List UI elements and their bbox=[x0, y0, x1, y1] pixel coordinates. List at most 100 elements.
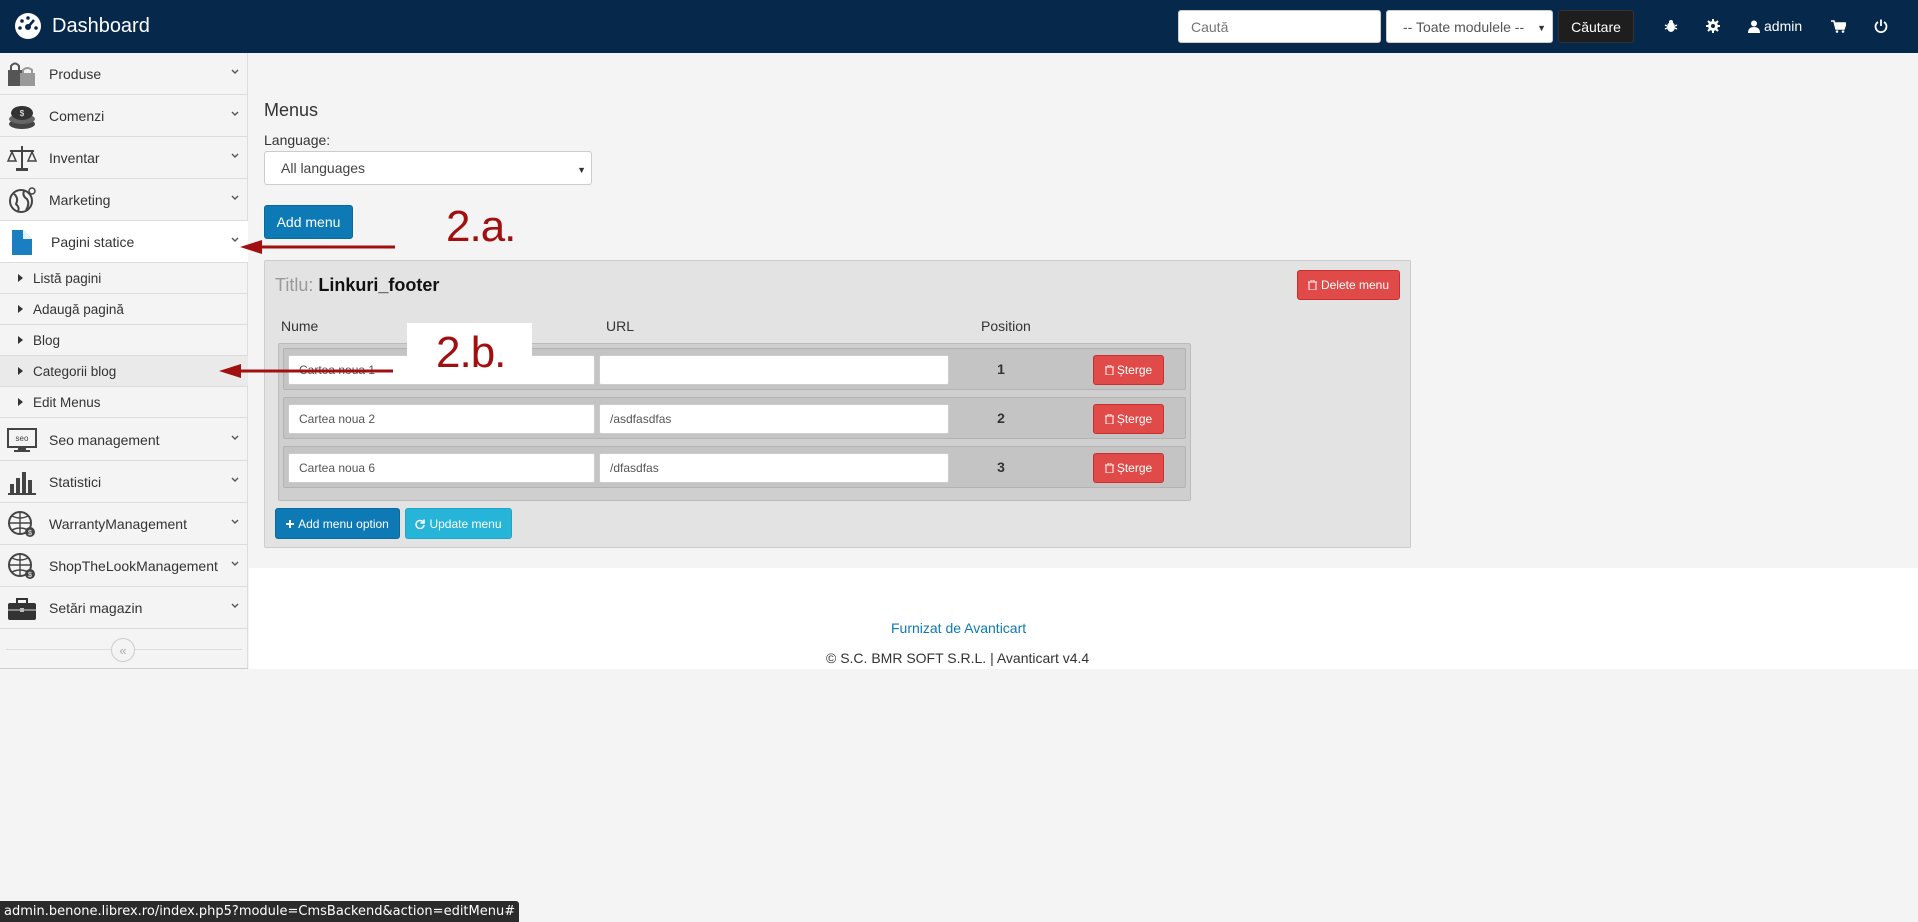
global-search-input[interactable] bbox=[1178, 10, 1381, 43]
brand-title: Dashboard bbox=[52, 14, 150, 37]
sidebar-item-warranty-management[interactable]: $ WarrantyManagement bbox=[0, 503, 248, 545]
sidebar-item-comenzi[interactable]: $ Comenzi bbox=[0, 95, 248, 137]
svg-text:$: $ bbox=[28, 530, 32, 537]
update-menu-button[interactable]: Update menu bbox=[405, 508, 512, 539]
sidebar-item-label: Comenzi bbox=[49, 107, 105, 124]
sidebar-subitem-categorii-blog[interactable]: Categorii blog bbox=[0, 356, 248, 387]
trash-icon bbox=[1307, 280, 1317, 290]
briefcase-icon bbox=[8, 598, 36, 620]
sidebar-item-label: Statistici bbox=[49, 473, 102, 490]
caret-right-icon bbox=[18, 274, 23, 282]
sidebar-subitem-label: Blog bbox=[33, 332, 61, 348]
svg-text:$: $ bbox=[28, 572, 32, 579]
trash-icon bbox=[1104, 463, 1114, 473]
option-name-input[interactable]: Cartea noua 2 bbox=[288, 404, 595, 434]
globe-dollar-icon: $ bbox=[8, 553, 35, 579]
menu-title-prefix: Titlu: bbox=[275, 275, 314, 295]
language-label: Language: bbox=[264, 132, 331, 148]
delete-menu-button[interactable]: Delete menu bbox=[1297, 270, 1400, 300]
sidebar-item-label: Setări magazin bbox=[49, 599, 143, 616]
caret-down-icon: ▼ bbox=[1537, 23, 1546, 33]
caret-right-icon bbox=[18, 367, 23, 375]
browser-status-url: admin.benone.librex.ro/index.php5?module… bbox=[0, 901, 520, 922]
page-title: Menus bbox=[264, 100, 319, 120]
option-name-input[interactable]: Cartea noua 6 bbox=[288, 453, 595, 483]
svg-text:seo: seo bbox=[16, 434, 29, 443]
sidebar-item-seo-management[interactable]: seo Seo management bbox=[0, 419, 248, 461]
chevron-down-icon bbox=[231, 153, 239, 158]
annotation-label-2b: 2.b. bbox=[436, 328, 506, 377]
sidebar-subitem-label: Edit Menus bbox=[33, 394, 101, 410]
sidebar-item-marketing[interactable]: Marketing bbox=[0, 179, 248, 221]
column-header-name: Nume bbox=[281, 318, 319, 334]
sidebar-item-label: ShopTheLookManagement bbox=[49, 557, 218, 574]
sidebar-subitem-label: Listă pagini bbox=[33, 270, 102, 286]
sidebar: Produse $ Comenzi Inventar Marketing Pag… bbox=[0, 53, 248, 669]
delete-menu-label: Delete menu bbox=[1320, 278, 1390, 292]
footer-copyright: © S.C. BMR SOFT S.R.L. | Avanticart v4.4 bbox=[826, 650, 1090, 666]
update-menu-label: Update menu bbox=[429, 516, 502, 531]
gear-icon[interactable] bbox=[1706, 16, 1720, 36]
caret-right-icon bbox=[18, 305, 23, 313]
annotation-label-2a: 2.a. bbox=[446, 202, 516, 251]
search-button[interactable]: Căutare bbox=[1558, 10, 1634, 43]
bar-chart-icon bbox=[8, 472, 36, 495]
sidebar-subitem-edit-menus[interactable]: Edit Menus bbox=[0, 387, 248, 418]
language-select-value: All languages bbox=[281, 160, 366, 176]
option-url-input[interactable]: /dfasdfas bbox=[599, 453, 949, 483]
sidebar-subitem-lista-pagini[interactable]: Listă pagini bbox=[0, 263, 248, 294]
column-header-url: URL bbox=[606, 318, 635, 334]
trash-icon bbox=[1104, 365, 1114, 375]
bug-icon[interactable] bbox=[1664, 16, 1678, 36]
menu-option-row: Cartea noua 6 /dfasdfas 3 Șterge bbox=[283, 446, 1186, 488]
language-select[interactable]: All languages ▼ bbox=[264, 151, 592, 185]
chevron-down-icon bbox=[231, 237, 239, 242]
chevron-down-icon bbox=[231, 435, 239, 440]
menu-panel: Titlu: Linkuri_footer Delete menu Nume U… bbox=[264, 260, 1411, 548]
user-icon bbox=[1748, 20, 1760, 33]
chevron-down-icon bbox=[231, 195, 239, 200]
sidebar-item-setari-magazin[interactable]: Setări magazin bbox=[0, 587, 248, 629]
sidebar-item-shopthelook-management[interactable]: $ ShopTheLookManagement bbox=[0, 545, 248, 587]
sidebar-subitem-label: Categorii blog bbox=[33, 363, 117, 379]
module-select[interactable]: -- Toate modulele -- ▼ bbox=[1386, 10, 1553, 43]
delete-option-label: Șterge bbox=[1116, 412, 1153, 426]
sidebar-item-produse[interactable]: Produse bbox=[0, 53, 248, 95]
brand[interactable]: Dashboard bbox=[14, 12, 150, 40]
sidebar-item-pagini-statice[interactable]: Pagini statice bbox=[0, 221, 248, 263]
menu-option-row: Cartea noua 2 /asdfasdfas 2 Șterge bbox=[283, 397, 1186, 439]
sidebar-item-label: Pagini statice bbox=[51, 233, 135, 250]
add-menu-button[interactable]: Add menu bbox=[264, 205, 353, 239]
chevron-down-icon bbox=[231, 603, 239, 608]
dashboard-gauge-icon bbox=[15, 13, 41, 39]
add-menu-option-button[interactable]: Add menu option bbox=[275, 508, 400, 539]
top-navbar: Dashboard -- Toate modulele -- ▼ Căutare… bbox=[0, 0, 1918, 53]
option-url-input[interactable]: /asdfasdfas bbox=[599, 404, 949, 434]
sidebar-item-inventar[interactable]: Inventar bbox=[0, 137, 248, 179]
option-position: 1 bbox=[997, 361, 1005, 377]
sidebar-item-label: Inventar bbox=[49, 149, 100, 166]
user-menu[interactable]: admin bbox=[1748, 16, 1802, 36]
scale-icon bbox=[6, 146, 38, 171]
power-icon[interactable] bbox=[1874, 16, 1888, 36]
sidebar-item-statistici[interactable]: Statistici bbox=[0, 461, 248, 503]
document-icon bbox=[12, 230, 32, 255]
sidebar-subitem-adauga-pagina[interactable]: Adaugă pagină bbox=[0, 294, 248, 325]
shopping-bags-icon bbox=[8, 62, 35, 86]
module-select-value: -- Toate modulele -- bbox=[1403, 18, 1525, 35]
sidebar-item-label: WarrantyManagement bbox=[49, 515, 187, 532]
cart-icon[interactable] bbox=[1831, 16, 1846, 36]
option-url-input[interactable] bbox=[599, 355, 949, 385]
delete-option-label: Șterge bbox=[1116, 363, 1153, 377]
option-position: 2 bbox=[997, 410, 1005, 426]
globe-icon bbox=[9, 187, 36, 213]
delete-option-button[interactable]: Șterge bbox=[1093, 453, 1164, 483]
delete-option-button[interactable]: Șterge bbox=[1093, 404, 1164, 434]
delete-option-label: Șterge bbox=[1116, 461, 1153, 475]
footer-link[interactable]: Furnizat de Avanticart bbox=[891, 620, 1026, 636]
chevron-down-icon bbox=[231, 69, 239, 74]
delete-option-button[interactable]: Șterge bbox=[1093, 355, 1164, 385]
double-chevron-left-icon[interactable]: « bbox=[111, 638, 135, 662]
sidebar-subitem-blog[interactable]: Blog bbox=[0, 325, 248, 356]
caret-right-icon bbox=[18, 398, 23, 406]
